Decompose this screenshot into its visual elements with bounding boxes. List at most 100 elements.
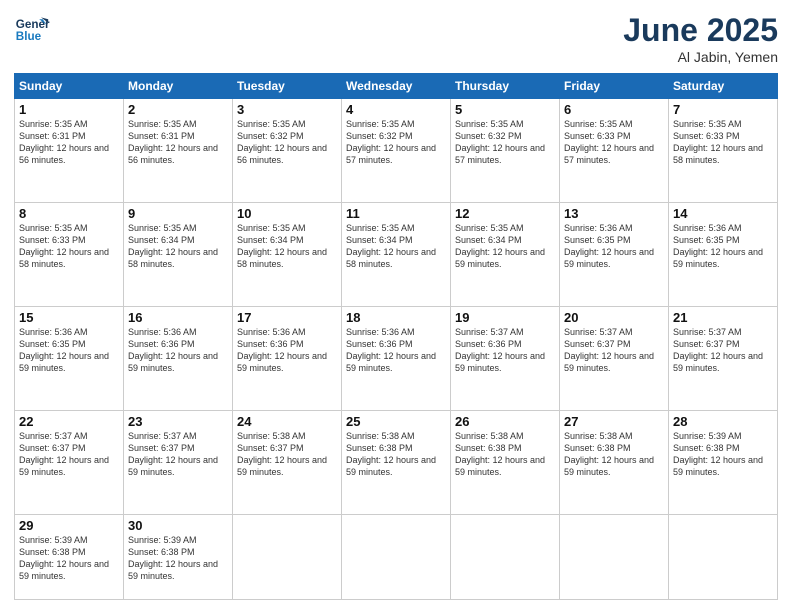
cell-info: Sunrise: 5:37 AM Sunset: 6:37 PM Dayligh… — [19, 430, 119, 479]
day-number: 3 — [237, 102, 337, 117]
cell-info: Sunrise: 5:37 AM Sunset: 6:37 PM Dayligh… — [128, 430, 228, 479]
calendar-week-row: 1 Sunrise: 5:35 AM Sunset: 6:31 PM Dayli… — [15, 99, 778, 203]
day-number: 30 — [128, 518, 228, 533]
day-number: 20 — [564, 310, 664, 325]
cell-info: Sunrise: 5:38 AM Sunset: 6:38 PM Dayligh… — [346, 430, 446, 479]
table-row: 2 Sunrise: 5:35 AM Sunset: 6:31 PM Dayli… — [124, 99, 233, 203]
day-number: 27 — [564, 414, 664, 429]
table-row — [342, 514, 451, 599]
cell-info: Sunrise: 5:35 AM Sunset: 6:34 PM Dayligh… — [346, 222, 446, 271]
cell-info: Sunrise: 5:37 AM Sunset: 6:37 PM Dayligh… — [673, 326, 773, 375]
table-row: 27 Sunrise: 5:38 AM Sunset: 6:38 PM Dayl… — [560, 410, 669, 514]
cell-info: Sunrise: 5:35 AM Sunset: 6:34 PM Dayligh… — [128, 222, 228, 271]
table-row — [233, 514, 342, 599]
table-row: 7 Sunrise: 5:35 AM Sunset: 6:33 PM Dayli… — [669, 99, 778, 203]
cell-info: Sunrise: 5:37 AM Sunset: 6:36 PM Dayligh… — [455, 326, 555, 375]
cell-info: Sunrise: 5:35 AM Sunset: 6:31 PM Dayligh… — [19, 118, 119, 167]
cell-info: Sunrise: 5:36 AM Sunset: 6:36 PM Dayligh… — [237, 326, 337, 375]
calendar-week-row: 29 Sunrise: 5:39 AM Sunset: 6:38 PM Dayl… — [15, 514, 778, 599]
table-row: 5 Sunrise: 5:35 AM Sunset: 6:32 PM Dayli… — [451, 99, 560, 203]
table-row: 23 Sunrise: 5:37 AM Sunset: 6:37 PM Dayl… — [124, 410, 233, 514]
day-number: 2 — [128, 102, 228, 117]
table-row: 4 Sunrise: 5:35 AM Sunset: 6:32 PM Dayli… — [342, 99, 451, 203]
col-monday: Monday — [124, 74, 233, 99]
day-number: 8 — [19, 206, 119, 221]
cell-info: Sunrise: 5:35 AM Sunset: 6:32 PM Dayligh… — [237, 118, 337, 167]
cell-info: Sunrise: 5:36 AM Sunset: 6:35 PM Dayligh… — [19, 326, 119, 375]
table-row: 16 Sunrise: 5:36 AM Sunset: 6:36 PM Dayl… — [124, 306, 233, 410]
cell-info: Sunrise: 5:38 AM Sunset: 6:37 PM Dayligh… — [237, 430, 337, 479]
table-row: 14 Sunrise: 5:36 AM Sunset: 6:35 PM Dayl… — [669, 202, 778, 306]
table-row — [560, 514, 669, 599]
day-number: 22 — [19, 414, 119, 429]
table-row: 17 Sunrise: 5:36 AM Sunset: 6:36 PM Dayl… — [233, 306, 342, 410]
day-number: 28 — [673, 414, 773, 429]
day-number: 15 — [19, 310, 119, 325]
day-number: 10 — [237, 206, 337, 221]
header: General Blue June 2025 Al Jabin, Yemen — [14, 12, 778, 65]
day-number: 21 — [673, 310, 773, 325]
cell-info: Sunrise: 5:35 AM Sunset: 6:34 PM Dayligh… — [237, 222, 337, 271]
day-number: 12 — [455, 206, 555, 221]
day-number: 4 — [346, 102, 446, 117]
calendar-week-row: 22 Sunrise: 5:37 AM Sunset: 6:37 PM Dayl… — [15, 410, 778, 514]
table-row: 6 Sunrise: 5:35 AM Sunset: 6:33 PM Dayli… — [560, 99, 669, 203]
day-number: 24 — [237, 414, 337, 429]
table-row: 10 Sunrise: 5:35 AM Sunset: 6:34 PM Dayl… — [233, 202, 342, 306]
day-number: 1 — [19, 102, 119, 117]
cell-info: Sunrise: 5:39 AM Sunset: 6:38 PM Dayligh… — [128, 534, 228, 583]
logo-icon: General Blue — [14, 12, 50, 48]
table-row: 1 Sunrise: 5:35 AM Sunset: 6:31 PM Dayli… — [15, 99, 124, 203]
table-row: 21 Sunrise: 5:37 AM Sunset: 6:37 PM Dayl… — [669, 306, 778, 410]
table-row: 29 Sunrise: 5:39 AM Sunset: 6:38 PM Dayl… — [15, 514, 124, 599]
table-row: 8 Sunrise: 5:35 AM Sunset: 6:33 PM Dayli… — [15, 202, 124, 306]
cell-info: Sunrise: 5:36 AM Sunset: 6:36 PM Dayligh… — [346, 326, 446, 375]
cell-info: Sunrise: 5:39 AM Sunset: 6:38 PM Dayligh… — [19, 534, 119, 583]
day-number: 5 — [455, 102, 555, 117]
table-row — [669, 514, 778, 599]
day-number: 16 — [128, 310, 228, 325]
table-row: 20 Sunrise: 5:37 AM Sunset: 6:37 PM Dayl… — [560, 306, 669, 410]
cell-info: Sunrise: 5:36 AM Sunset: 6:35 PM Dayligh… — [564, 222, 664, 271]
cell-info: Sunrise: 5:35 AM Sunset: 6:32 PM Dayligh… — [346, 118, 446, 167]
table-row: 15 Sunrise: 5:36 AM Sunset: 6:35 PM Dayl… — [15, 306, 124, 410]
table-row: 12 Sunrise: 5:35 AM Sunset: 6:34 PM Dayl… — [451, 202, 560, 306]
day-number: 14 — [673, 206, 773, 221]
col-saturday: Saturday — [669, 74, 778, 99]
cell-info: Sunrise: 5:36 AM Sunset: 6:36 PM Dayligh… — [128, 326, 228, 375]
table-row: 11 Sunrise: 5:35 AM Sunset: 6:34 PM Dayl… — [342, 202, 451, 306]
day-number: 26 — [455, 414, 555, 429]
cell-info: Sunrise: 5:39 AM Sunset: 6:38 PM Dayligh… — [673, 430, 773, 479]
table-row: 13 Sunrise: 5:36 AM Sunset: 6:35 PM Dayl… — [560, 202, 669, 306]
day-number: 6 — [564, 102, 664, 117]
cell-info: Sunrise: 5:35 AM Sunset: 6:34 PM Dayligh… — [455, 222, 555, 271]
col-friday: Friday — [560, 74, 669, 99]
table-row: 22 Sunrise: 5:37 AM Sunset: 6:37 PM Dayl… — [15, 410, 124, 514]
day-number: 29 — [19, 518, 119, 533]
cell-info: Sunrise: 5:35 AM Sunset: 6:33 PM Dayligh… — [19, 222, 119, 271]
cell-info: Sunrise: 5:38 AM Sunset: 6:38 PM Dayligh… — [564, 430, 664, 479]
cell-info: Sunrise: 5:37 AM Sunset: 6:37 PM Dayligh… — [564, 326, 664, 375]
col-sunday: Sunday — [15, 74, 124, 99]
month-title: June 2025 — [623, 12, 778, 49]
cell-info: Sunrise: 5:38 AM Sunset: 6:38 PM Dayligh… — [455, 430, 555, 479]
day-number: 23 — [128, 414, 228, 429]
day-number: 7 — [673, 102, 773, 117]
title-block: June 2025 Al Jabin, Yemen — [623, 12, 778, 65]
table-row: 28 Sunrise: 5:39 AM Sunset: 6:38 PM Dayl… — [669, 410, 778, 514]
day-number: 17 — [237, 310, 337, 325]
calendar-week-row: 8 Sunrise: 5:35 AM Sunset: 6:33 PM Dayli… — [15, 202, 778, 306]
cell-info: Sunrise: 5:35 AM Sunset: 6:33 PM Dayligh… — [673, 118, 773, 167]
calendar-week-row: 15 Sunrise: 5:36 AM Sunset: 6:35 PM Dayl… — [15, 306, 778, 410]
day-number: 18 — [346, 310, 446, 325]
table-row: 26 Sunrise: 5:38 AM Sunset: 6:38 PM Dayl… — [451, 410, 560, 514]
table-row — [451, 514, 560, 599]
calendar-table: Sunday Monday Tuesday Wednesday Thursday… — [14, 73, 778, 600]
table-row: 9 Sunrise: 5:35 AM Sunset: 6:34 PM Dayli… — [124, 202, 233, 306]
day-number: 19 — [455, 310, 555, 325]
location: Al Jabin, Yemen — [623, 49, 778, 65]
day-number: 9 — [128, 206, 228, 221]
calendar-header-row: Sunday Monday Tuesday Wednesday Thursday… — [15, 74, 778, 99]
cell-info: Sunrise: 5:35 AM Sunset: 6:32 PM Dayligh… — [455, 118, 555, 167]
table-row: 19 Sunrise: 5:37 AM Sunset: 6:36 PM Dayl… — [451, 306, 560, 410]
